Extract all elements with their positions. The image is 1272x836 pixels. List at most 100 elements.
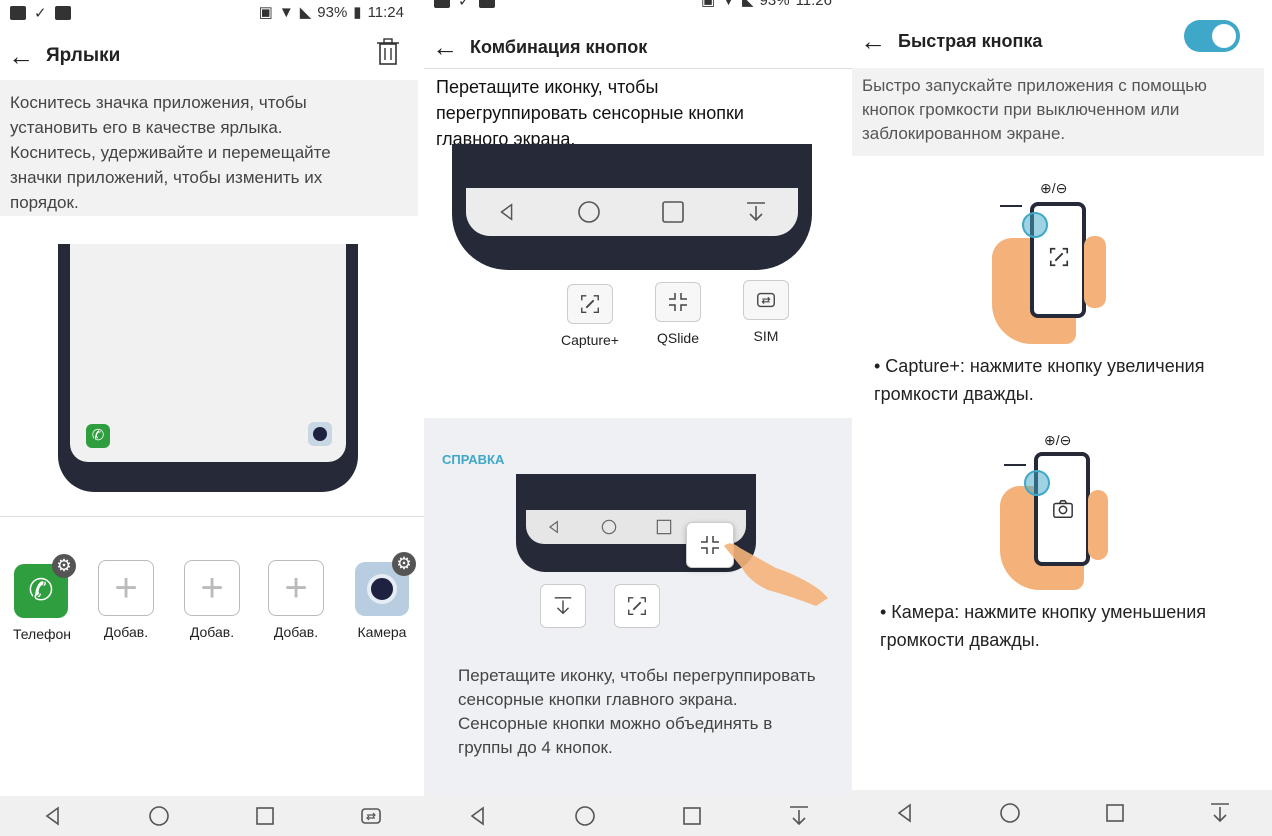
- help-heading: СПРАВКА: [442, 452, 505, 467]
- wifi-icon: ▼: [721, 0, 736, 9]
- nav-bar: [852, 790, 1272, 836]
- description-text: Быстро запускайте приложения с помощью к…: [862, 76, 1207, 143]
- home-nav-icon: [601, 519, 616, 535]
- no-signal-icon: ◣: [299, 4, 312, 21]
- arrow-icon: [1000, 205, 1022, 207]
- notification-pull-icon: [747, 202, 766, 222]
- battery-icon: ▮: [353, 4, 362, 21]
- recents-nav-icon[interactable]: [1103, 801, 1127, 825]
- description-text: Коснитесь значка приложения, чтобы устан…: [10, 93, 331, 212]
- page-title: Ярлыки: [46, 45, 121, 66]
- back-nav-icon: [500, 203, 513, 221]
- battery-percent: 93%: [759, 0, 790, 9]
- notification-pull-icon: [540, 584, 586, 628]
- fingers-illustration: [1088, 490, 1108, 560]
- nfc-icon: ▣: [258, 4, 273, 21]
- home-nav-icon[interactable]: [147, 804, 171, 828]
- app-bar: ← Ярлыки: [0, 38, 424, 74]
- capture-plus-icon: [1049, 247, 1069, 267]
- page-title: Комбинация кнопок: [470, 36, 648, 57]
- button-combination-screen: ✓ ▣ ▼ ◣ 93% 11:26 ← Комбинация кнопок Перета…: [424, 0, 852, 836]
- shortcut-label: Добав.: [189, 624, 235, 640]
- plus-icon: +: [98, 560, 154, 616]
- shortcut-add-2[interactable]: + Добав.: [182, 560, 242, 640]
- shortcut-camera[interactable]: ⚙ Камера: [350, 552, 416, 640]
- status-bar: ✓ ▣ ▼ ◣ 93% ▮ 11:24: [0, 0, 424, 28]
- shortcut-add-3[interactable]: + Добав.: [266, 560, 326, 640]
- finger-illustration: [724, 543, 828, 606]
- no-signal-icon: ◣: [741, 0, 754, 9]
- clock: 11:26: [795, 0, 832, 9]
- battery-percent: 93%: [317, 3, 348, 21]
- qslide-icon: [655, 282, 701, 322]
- app-bar: ← Комбинация кнопок: [424, 30, 852, 64]
- shortcut-label: Камера: [357, 624, 407, 640]
- recents-nav-icon[interactable]: [253, 804, 277, 828]
- camera-app-icon: [308, 422, 332, 446]
- recents-nav-icon: [661, 201, 684, 223]
- button-qslide[interactable]: QSlide: [646, 282, 710, 346]
- help-text: Перетащите иконку, чтобы перегруппироват…: [458, 666, 816, 757]
- square-notification-icon: [54, 6, 71, 20]
- volume-label: ⊕/⊖: [1040, 180, 1068, 196]
- camera-instruction: • Камера: нажмите кнопку уменьшения гром…: [880, 602, 1207, 650]
- shortcut-phone[interactable]: ✆ ⚙ Телефон: [12, 554, 76, 642]
- capture-plus-icon: [614, 584, 660, 628]
- button-label: QSlide: [656, 330, 700, 346]
- plus-icon: +: [268, 560, 324, 616]
- camera-illustration: ⊕/⊖: [1000, 428, 1130, 598]
- sim-switch-icon: [743, 280, 789, 320]
- back-nav-icon[interactable]: [41, 804, 65, 828]
- nav-bar: [0, 796, 424, 836]
- arrow-icon: [1004, 464, 1026, 466]
- home-screen-preview: ✆: [58, 244, 358, 492]
- gallery-notification-icon: [10, 6, 26, 20]
- capture-illustration: ⊕/⊖: [992, 180, 1122, 350]
- nfc-icon: ▣: [700, 0, 716, 9]
- volume-highlight: [1022, 212, 1048, 238]
- volume-highlight: [1024, 470, 1050, 496]
- back-arrow-icon[interactable]: ←: [432, 34, 458, 60]
- divider: [0, 516, 424, 517]
- instruction-text: Перетащите иконку, чтобы перегруппироват…: [436, 77, 744, 149]
- back-arrow-icon[interactable]: ←: [860, 28, 886, 54]
- back-nav-icon[interactable]: [466, 804, 490, 828]
- sim-switch-nav-icon[interactable]: [359, 804, 383, 828]
- back-nav-icon[interactable]: [893, 801, 917, 825]
- check-icon: ✓: [458, 0, 471, 10]
- shortcut-label: Добав.: [103, 624, 149, 640]
- home-nav-icon[interactable]: [573, 804, 597, 828]
- plus-icon: +: [184, 560, 240, 616]
- wifi-icon: ▼: [278, 3, 294, 21]
- button-label: Capture+: [561, 332, 619, 348]
- navbar-preview: [452, 144, 812, 270]
- square-notification-icon: [478, 0, 495, 8]
- check-icon: ✓: [34, 5, 47, 22]
- nav-bar: [424, 796, 852, 836]
- clock: 11:24: [367, 3, 404, 21]
- gear-icon[interactable]: ⚙: [392, 552, 416, 576]
- gear-icon[interactable]: ⚙: [52, 554, 76, 578]
- back-nav-icon: [548, 520, 558, 534]
- shortcut-label: Телефон: [12, 626, 72, 642]
- home-nav-icon: [578, 201, 601, 223]
- button-label: SIM: [753, 328, 779, 344]
- phone-app-icon: ✆: [86, 424, 110, 448]
- quick-button-toggle[interactable]: [1184, 20, 1240, 52]
- delete-icon[interactable]: [376, 38, 400, 72]
- button-sim[interactable]: SIM: [734, 280, 798, 344]
- phone-illustration: [1034, 452, 1090, 566]
- recents-nav-icon: [656, 519, 671, 535]
- shortcuts-screen: ✓ ▣ ▼ ◣ 93% ▮ 11:24 ← Ярлыки Коснитесь значка…: [0, 0, 424, 836]
- capture-instruction: • Capture+: нажмите кнопку увеличения гр…: [874, 356, 1205, 404]
- recents-nav-icon[interactable]: [680, 804, 704, 828]
- help-section: СПРАВКА Перетащите иконку, чтобы перегру…: [424, 418, 852, 798]
- volume-label: ⊕/⊖: [1044, 432, 1072, 448]
- notification-pull-icon[interactable]: [787, 804, 811, 828]
- shortcut-add-1[interactable]: + Добав.: [96, 560, 156, 640]
- home-nav-icon[interactable]: [998, 801, 1022, 825]
- button-capture-plus[interactable]: Capture+: [558, 284, 622, 348]
- quick-button-screen: ← Быстрая кнопка Быстро запускайте прило…: [852, 0, 1272, 836]
- back-arrow-icon[interactable]: ←: [8, 43, 34, 69]
- notification-pull-icon[interactable]: [1208, 801, 1232, 825]
